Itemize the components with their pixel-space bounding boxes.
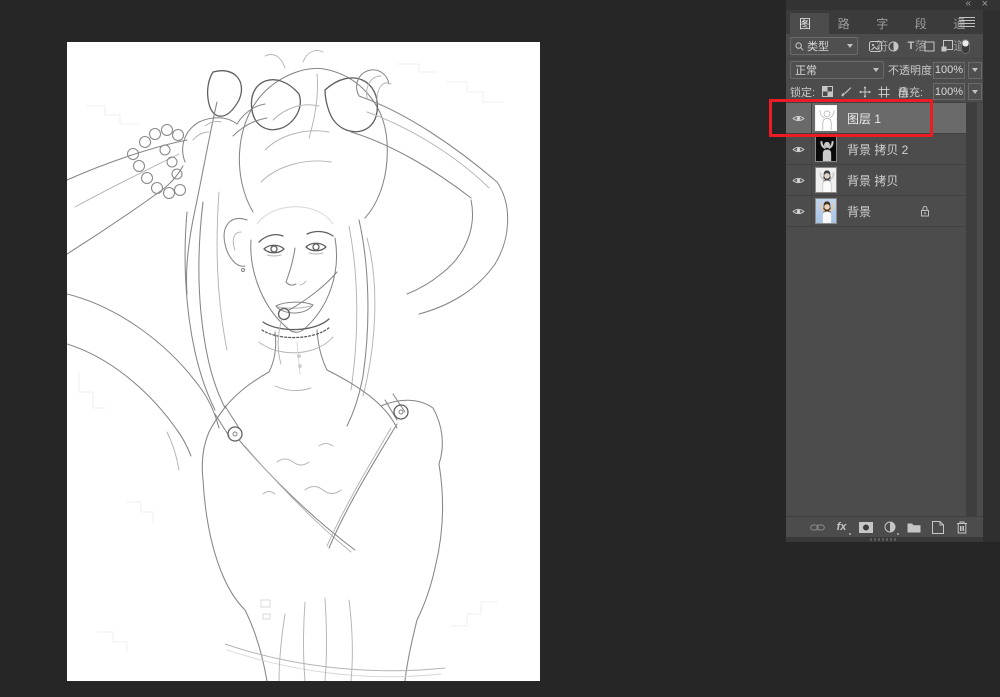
layer-thumbnail[interactable]	[815, 198, 837, 224]
panel-tab-bar: 图层 路径 字符 段落 通道	[786, 10, 983, 34]
tab-layers[interactable]: 图层	[790, 13, 829, 34]
smart-object-filter-icon	[941, 40, 953, 52]
move-icon	[859, 86, 871, 98]
tab-character[interactable]: 字符	[867, 13, 906, 34]
layer-locked-icon	[920, 205, 930, 217]
layer-row-background-copy-2[interactable]: 背景 拷贝 2	[786, 134, 966, 165]
filter-toggle-button[interactable]	[958, 38, 972, 54]
layer-list-scrollbar[interactable]	[966, 103, 977, 516]
layer-style-button[interactable]: fx	[834, 519, 849, 535]
fill-input[interactable]: 100%	[933, 83, 965, 100]
layer-name: 背景 拷贝 2	[847, 141, 908, 158]
visibility-toggle[interactable]	[786, 196, 812, 226]
eye-icon	[792, 207, 805, 216]
layer-row-background[interactable]: 背景	[786, 196, 966, 227]
chevron-down-icon	[873, 68, 879, 72]
layers-panel-toolbar: fx	[786, 516, 983, 537]
fill-value: 100%	[935, 86, 963, 98]
layer-name: 背景 拷贝	[847, 172, 898, 189]
artboard-icon	[878, 86, 890, 98]
visibility-toggle[interactable]	[786, 165, 812, 195]
fill-dropdown-button[interactable]	[968, 83, 982, 100]
brush-icon	[841, 86, 852, 97]
new-layer-icon	[932, 521, 944, 534]
new-group-button[interactable]	[906, 519, 921, 535]
panel-resize-grip[interactable]	[786, 537, 983, 542]
panel-menu-button[interactable]	[959, 15, 975, 29]
layer-thumbnail[interactable]	[815, 136, 837, 162]
type-filter-icon: T	[908, 40, 915, 52]
lock-artboard-button[interactable]	[877, 84, 891, 100]
fill-label: 填充:	[898, 84, 923, 100]
layer-mask-icon	[859, 522, 873, 533]
shape-filter-icon	[924, 41, 935, 52]
fx-icon: fx	[837, 521, 847, 533]
eye-icon	[792, 176, 805, 185]
opacity-label: 不透明度:	[888, 62, 935, 78]
filter-kind-dropdown[interactable]: 类型	[790, 37, 858, 55]
filter-kind-label: 类型	[807, 38, 842, 54]
panel-body: 图层 路径 字符 段落 通道 类型	[786, 10, 983, 542]
new-layer-button[interactable]	[930, 519, 945, 535]
tab-paragraph[interactable]: 段落	[906, 13, 945, 34]
visibility-toggle[interactable]	[786, 134, 812, 164]
chevron-down-icon	[847, 44, 853, 48]
chevron-down-icon	[972, 90, 978, 94]
adjustment-layer-filter-button[interactable]	[886, 38, 900, 54]
panel-titlebar: « ×	[786, 0, 1000, 10]
layer-list: 图层 1 背景 拷贝 2	[786, 103, 983, 516]
lock-transparent-icon	[822, 86, 833, 97]
layer-thumbnail[interactable]	[815, 167, 837, 193]
delete-layer-button[interactable]	[954, 519, 969, 535]
application-window: « × 图层 路径 字符 段落 通道 类型	[0, 0, 1000, 697]
opacity-input[interactable]: 100%	[933, 62, 965, 79]
blend-mode-value: 正常	[795, 62, 871, 78]
add-layer-mask-button[interactable]	[858, 519, 873, 535]
collapse-panel-button[interactable]: «	[965, 0, 970, 10]
tab-paths[interactable]: 路径	[829, 13, 868, 34]
link-icon	[810, 523, 825, 532]
adjustment-layer-icon	[884, 521, 896, 533]
smart-object-filter-button[interactable]	[940, 38, 954, 54]
blend-mode-row: 正常 不透明度: 100%	[786, 59, 983, 81]
layer-row-background-copy[interactable]: 背景 拷贝	[786, 165, 966, 196]
pixel-layer-filter-button[interactable]	[868, 38, 882, 54]
folder-icon	[907, 522, 921, 533]
link-layers-button[interactable]	[810, 519, 825, 535]
chevron-down-icon	[972, 68, 978, 72]
close-panel-button[interactable]: ×	[982, 0, 988, 10]
search-icon	[795, 42, 804, 51]
opacity-value: 100%	[935, 64, 963, 76]
document-canvas[interactable]	[67, 42, 540, 681]
layer-name: 背景	[847, 203, 871, 220]
eye-icon	[792, 145, 805, 154]
layer-filter-row: 类型 T	[786, 34, 983, 59]
trash-icon	[956, 521, 968, 534]
type-layer-filter-button[interactable]: T	[904, 38, 918, 54]
new-adjustment-layer-button[interactable]	[882, 519, 897, 535]
opacity-dropdown-button[interactable]	[968, 62, 982, 79]
blend-mode-dropdown[interactable]: 正常	[790, 61, 884, 79]
lock-label: 锁定:	[790, 84, 815, 100]
pixel-layer-filter-icon	[869, 41, 882, 52]
filter-toggle-icon	[961, 39, 970, 54]
lock-transparent-pixels-button[interactable]	[820, 84, 834, 100]
adjustment-filter-icon	[888, 41, 899, 52]
annotation-highlight-box	[769, 99, 933, 137]
shape-layer-filter-button[interactable]	[922, 38, 936, 54]
lock-image-pixels-button[interactable]	[839, 84, 853, 100]
sketch-artwork	[67, 42, 540, 681]
layers-panel: « × 图层 路径 字符 段落 通道 类型	[786, 0, 1000, 542]
lock-position-button[interactable]	[858, 84, 872, 100]
